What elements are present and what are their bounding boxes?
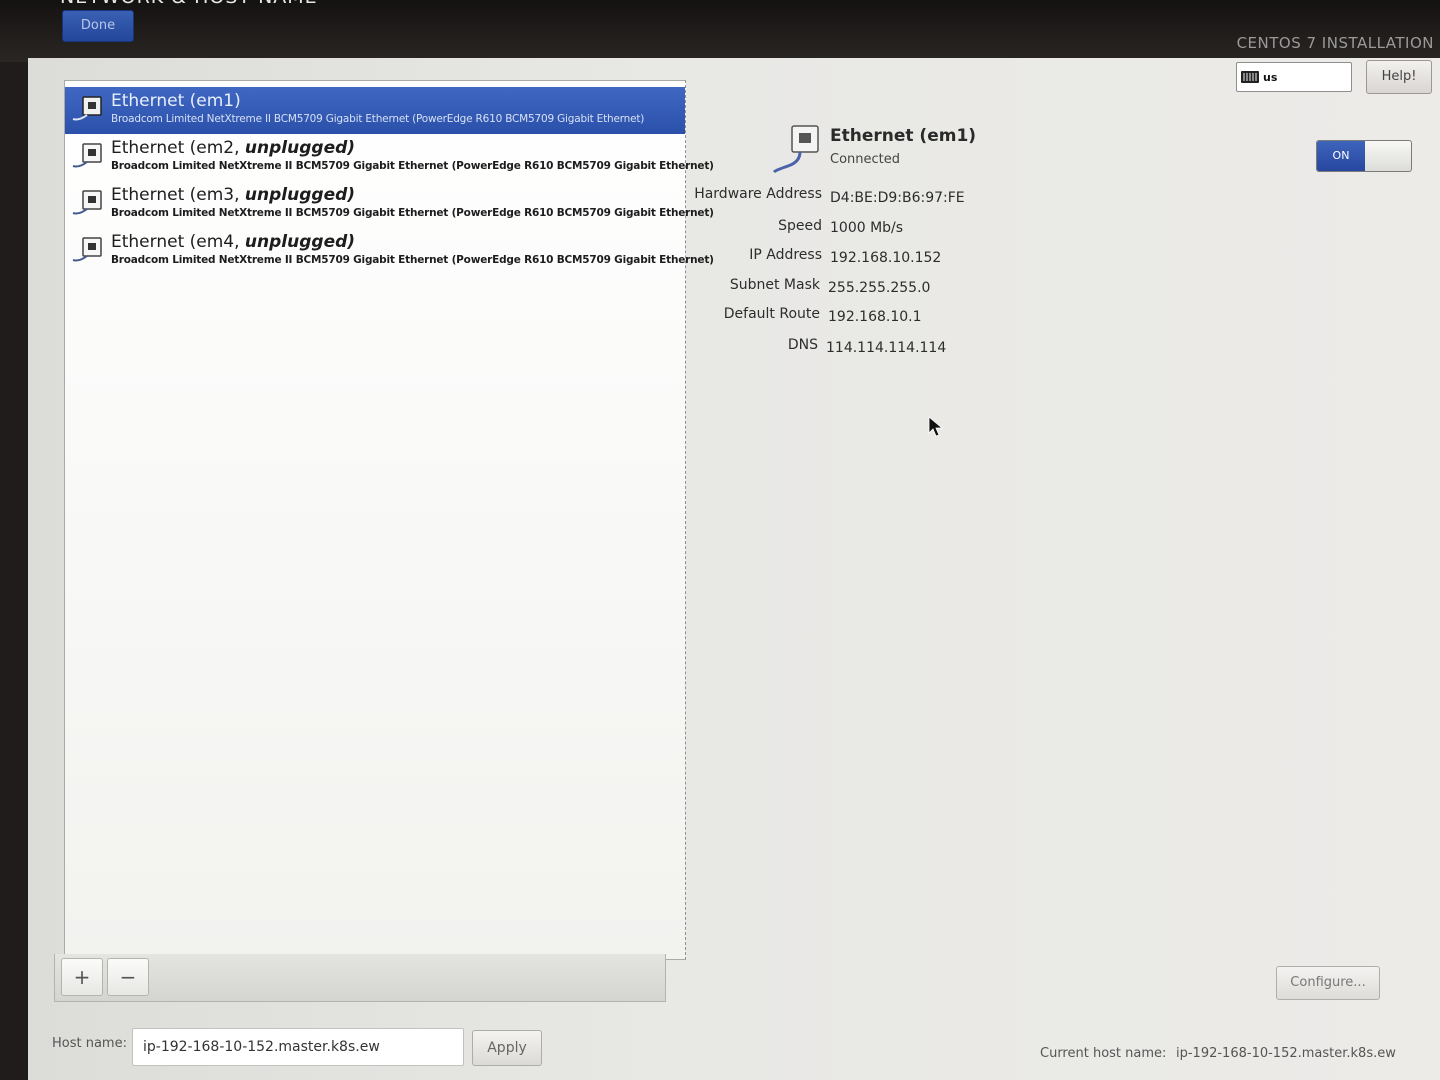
property-label: DNS xyxy=(787,337,818,353)
property-label: Speed xyxy=(778,218,822,234)
current-host-name-label: Current host name: xyxy=(1040,1046,1167,1061)
device-row-em4[interactable]: Ethernet (em4, unplugged) Broadcom Limit… xyxy=(65,228,714,275)
property-label: IP Address xyxy=(749,247,822,263)
property-value: 192.168.10.152 xyxy=(830,250,942,266)
device-toggle-switch[interactable]: ON xyxy=(1316,140,1412,172)
property-dns: DNS xyxy=(704,337,818,357)
property-default-route-value: 192.168.10.1 xyxy=(820,309,1020,329)
ethernet-icon xyxy=(72,190,102,215)
host-name-label: Host name: xyxy=(52,1036,127,1051)
device-row-em1[interactable]: Ethernet (em1) Broadcom Limited NetXtrem… xyxy=(65,87,685,134)
device-name: Ethernet (em4, unplugged) xyxy=(111,232,356,252)
device-description: Broadcom Limited NetXtreme II BCM5709 Gi… xyxy=(111,207,714,219)
apply-button[interactable]: Apply xyxy=(472,1030,542,1066)
ethernet-icon xyxy=(72,143,102,168)
selected-device-name: Ethernet (em1) xyxy=(830,126,977,146)
property-value: 255.255.255.0 xyxy=(828,280,931,296)
property-label: Subnet Mask xyxy=(729,277,820,293)
configure-button[interactable]: Configure... xyxy=(1276,966,1380,1000)
property-dns-value: 114.114.114.114 xyxy=(818,340,1018,360)
property-ip-address: IP Address xyxy=(704,247,822,267)
add-device-button[interactable]: + xyxy=(61,958,103,996)
device-list-toolbar: + − xyxy=(54,954,666,1002)
device-name: Ethernet (em3, unplugged) xyxy=(111,185,356,205)
property-value: 1000 Mb/s xyxy=(830,220,904,236)
product-title: CENTOS 7 INSTALLATION xyxy=(1236,34,1434,52)
property-subnet-mask-value: 255.255.255.0 xyxy=(820,280,1020,300)
property-hardware-address: Hardware Address xyxy=(694,186,822,206)
device-name: Ethernet (em1) xyxy=(111,91,241,111)
toggle-on-label: ON xyxy=(1317,141,1365,171)
property-subnet-mask: Subnet Mask xyxy=(704,277,820,297)
property-speed-value: 1000 Mb/s xyxy=(822,220,1022,240)
device-name: Ethernet (em2, unplugged) xyxy=(111,138,356,158)
property-label: Default Route xyxy=(723,306,820,322)
property-label: Hardware Address xyxy=(694,186,822,202)
top-header-bar: NETWORK & HOST NAME Done CENTOS 7 INSTAL… xyxy=(0,0,1440,62)
mouse-pointer-icon xyxy=(928,416,944,437)
property-value: D4:BE:D9:B6:97:FE xyxy=(830,190,965,206)
keyboard-layout-label: us xyxy=(1263,70,1278,84)
ethernet-icon xyxy=(72,237,102,262)
page-title: NETWORK & HOST NAME xyxy=(60,0,318,8)
property-speed: Speed xyxy=(704,218,822,238)
device-row-em3[interactable]: Ethernet (em3, unplugged) Broadcom Limit… xyxy=(65,181,714,228)
keyboard-icon xyxy=(1241,71,1259,83)
connection-status: Connected xyxy=(830,152,901,167)
property-value: 192.168.10.1 xyxy=(828,309,922,325)
ethernet-icon xyxy=(772,125,819,174)
keyboard-layout-indicator[interactable]: us xyxy=(1236,62,1352,92)
device-description: Broadcom Limited NetXtreme II BCM5709 Gi… xyxy=(111,160,714,172)
property-default-route: Default Route xyxy=(704,306,820,326)
property-value: 114.114.114.114 xyxy=(826,340,947,356)
ethernet-icon xyxy=(72,96,102,121)
host-name-input[interactable] xyxy=(132,1028,464,1066)
device-description: Broadcom Limited NetXtreme II BCM5709 Gi… xyxy=(111,113,645,125)
help-button[interactable]: Help! xyxy=(1366,60,1432,94)
remove-device-button[interactable]: − xyxy=(107,958,149,996)
device-description: Broadcom Limited NetXtreme II BCM5709 Gi… xyxy=(111,254,714,266)
done-button[interactable]: Done xyxy=(62,10,134,42)
property-ip-address-value: 192.168.10.152 xyxy=(822,250,1022,270)
device-row-em2[interactable]: Ethernet (em2, unplugged) Broadcom Limit… xyxy=(65,134,714,181)
current-host-name-value: ip-192-168-10-152.master.k8s.ew xyxy=(1176,1046,1396,1061)
property-hardware-address-value: D4:BE:D9:B6:97:FE xyxy=(822,190,1022,210)
network-device-list: Ethernet (em1) Broadcom Limited NetXtrem… xyxy=(64,80,714,960)
